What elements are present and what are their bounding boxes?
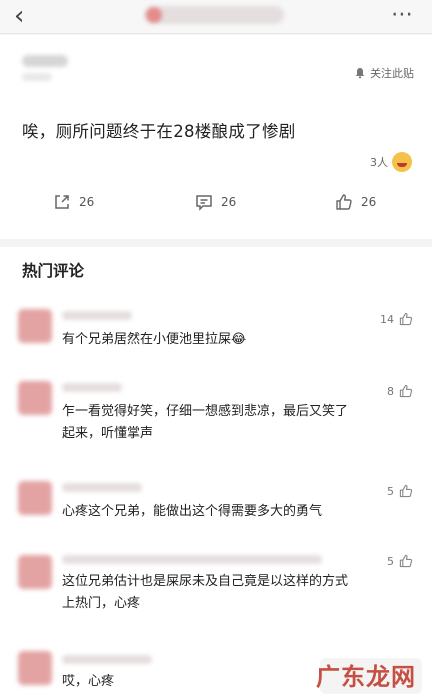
comment-like-button[interactable]: 14 bbox=[380, 311, 414, 327]
comment-line: 这位兄弟估计也是屎尿未及自己竟是以这样的方式 bbox=[62, 574, 349, 589]
liker-count: 3人 bbox=[370, 156, 388, 169]
comment-like-button[interactable]: 8 bbox=[387, 383, 414, 399]
thumbs-up-icon bbox=[399, 312, 413, 326]
post-text: 唉，厕所问题终于在28楼酿成了惨剧 bbox=[22, 122, 296, 141]
comment-like-count: 5 bbox=[387, 554, 394, 568]
blurred-user-meta bbox=[22, 73, 52, 81]
share-count: 26 bbox=[79, 195, 95, 209]
thumbs-up-icon bbox=[399, 554, 413, 568]
watermark-logo: 广东龙网 bbox=[316, 662, 416, 691]
likers-summary[interactable]: 3人 bbox=[370, 152, 412, 172]
thumbs-up-icon bbox=[399, 484, 413, 498]
blurred-commenter-name bbox=[62, 555, 322, 564]
comment-text: 乍一看觉得好笑，仔细一想感到悲凉，最后又笑了 起来，听懂掌声 bbox=[62, 401, 397, 445]
blurred-commenter-name bbox=[62, 383, 122, 392]
top-bar: ‹ ⋯ bbox=[0, 0, 432, 34]
hot-comments-section: 热门评论 14 有个兄弟居然在小便池里拉屎😂 8 乍一看觉得好笑，仔细一想感到悲… bbox=[0, 247, 432, 700]
comment-button[interactable]: 26 bbox=[194, 192, 236, 212]
more-options-icon[interactable]: ⋯ bbox=[391, 2, 414, 27]
bell-icon bbox=[356, 68, 364, 79]
avatar[interactable] bbox=[18, 309, 52, 343]
comment-like-button[interactable]: 5 bbox=[387, 553, 414, 569]
follow-post-button[interactable]: 关注此贴 bbox=[354, 65, 414, 81]
back-button[interactable]: ‹ bbox=[14, 3, 24, 29]
avatar[interactable] bbox=[18, 555, 52, 589]
comment-line: 起来，听懂掌声 bbox=[62, 426, 154, 441]
comment-like-count: 8 bbox=[387, 384, 394, 398]
comment-like-count: 14 bbox=[380, 312, 394, 326]
laughing-emoji-icon bbox=[392, 152, 412, 172]
share-icon bbox=[55, 195, 69, 209]
blurred-commenter-name bbox=[62, 655, 152, 664]
share-button[interactable]: 26 bbox=[52, 192, 94, 212]
comment-line: 有个兄弟居然在小便池里拉屎😂 bbox=[62, 332, 247, 347]
post-actions: 26 26 26 bbox=[0, 190, 432, 220]
avatar[interactable] bbox=[18, 651, 52, 685]
blurred-commenter-name bbox=[62, 311, 132, 320]
like-count: 26 bbox=[361, 195, 377, 209]
thumbs-up-icon bbox=[336, 194, 352, 210]
blurred-title bbox=[144, 6, 284, 24]
comment-line: 乍一看觉得好笑，仔细一想感到悲凉，最后又笑了 bbox=[62, 404, 349, 419]
comment-line: 上热门，心疼 bbox=[62, 596, 141, 611]
post-card: 关注此贴 唉，厕所问题终于在28楼酿成了惨剧 3人 26 26 26 bbox=[0, 35, 432, 239]
like-button[interactable]: 26 bbox=[334, 192, 376, 212]
comment-text: 有个兄弟居然在小便池里拉屎😂 bbox=[62, 329, 397, 351]
hot-comments-title: 热门评论 bbox=[22, 262, 85, 280]
avatar[interactable] bbox=[18, 381, 52, 415]
comment-like-button[interactable]: 5 bbox=[387, 483, 414, 499]
comment-text: 心疼这个兄弟，能做出这个得需要多大的勇气 bbox=[62, 501, 397, 523]
comment-icon bbox=[196, 195, 212, 211]
thumbs-up-icon bbox=[399, 384, 413, 398]
follow-label: 关注此贴 bbox=[370, 67, 414, 80]
blurred-username bbox=[22, 55, 68, 67]
comment-count: 26 bbox=[221, 195, 237, 209]
comment-text: 这位兄弟估计也是屎尿未及自己竟是以这样的方式 上热门，心疼 bbox=[62, 571, 397, 615]
comment-like-count: 5 bbox=[387, 484, 394, 498]
comment-line: 心疼这个兄弟，能做出这个得需要多大的勇气 bbox=[62, 504, 323, 519]
blurred-commenter-name bbox=[62, 483, 142, 492]
avatar[interactable] bbox=[18, 481, 52, 515]
